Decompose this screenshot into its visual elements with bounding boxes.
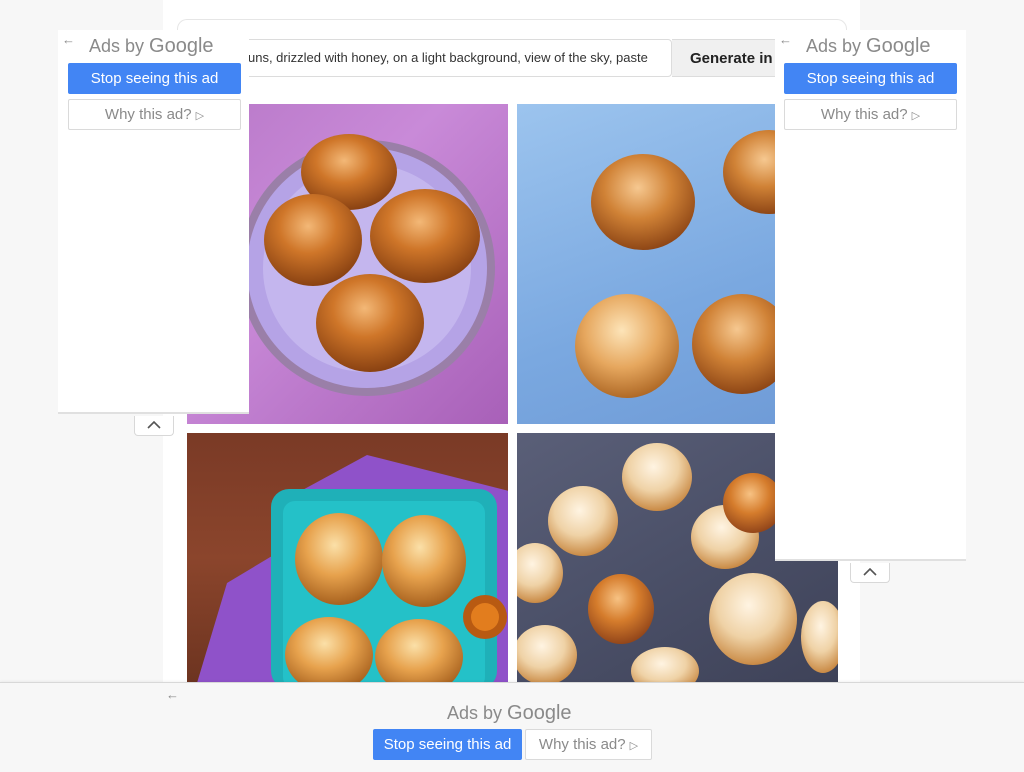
ads-by-google-label: Ads by Google xyxy=(89,35,214,58)
collapse-ad-left-button[interactable] xyxy=(134,416,174,436)
ads-by-text: Ads by xyxy=(447,703,503,723)
play-icon: ▷ xyxy=(195,110,205,122)
play-icon: ▷ xyxy=(911,110,921,122)
ad-panel-bottom: ← Ads by Google Stop seeing this ad Why … xyxy=(0,682,1024,772)
prompt-row: uns, drizzled with honey, on a light bac… xyxy=(237,39,847,77)
ads-by-text: Ads by xyxy=(806,36,862,56)
stop-seeing-ad-button[interactable]: Stop seeing this ad xyxy=(68,63,241,94)
chevron-up-icon xyxy=(147,420,161,429)
google-logo-text: Google xyxy=(507,702,572,724)
why-this-ad-button[interactable]: Why this ad? ▷ xyxy=(525,729,652,760)
stop-seeing-ad-button[interactable]: Stop seeing this ad xyxy=(784,63,957,94)
why-this-ad-label: Why this ad? xyxy=(820,106,908,123)
why-this-ad-label: Why this ad? xyxy=(104,106,192,123)
play-icon: ▷ xyxy=(629,740,639,752)
back-arrow-icon[interactable]: ← xyxy=(62,32,75,47)
google-logo-text: Google xyxy=(149,35,214,57)
why-this-ad-button[interactable]: Why this ad? ▷ xyxy=(784,99,957,130)
ads-by-text: Ads by xyxy=(89,36,145,56)
collapse-ad-right-button[interactable] xyxy=(850,563,890,583)
chevron-up-icon xyxy=(863,567,877,576)
stop-seeing-ad-button[interactable]: Stop seeing this ad xyxy=(373,729,522,760)
google-logo-text: Google xyxy=(866,35,931,57)
prompt-input[interactable]: uns, drizzled with honey, on a light bac… xyxy=(237,39,672,77)
ads-by-google-label: Ads by Google xyxy=(806,35,931,58)
back-arrow-icon[interactable]: ← xyxy=(166,687,179,702)
back-arrow-icon[interactable]: ← xyxy=(779,32,792,47)
ads-by-google-label: Ads by Google xyxy=(447,702,572,725)
why-this-ad-button[interactable]: Why this ad? ▷ xyxy=(68,99,241,130)
generated-image-3[interactable] xyxy=(187,433,508,683)
why-this-ad-label: Why this ad? xyxy=(538,736,626,753)
ad-panel-right: ← Ads by Google Stop seeing this ad Why … xyxy=(775,30,966,561)
ad-panel-left: ← Ads by Google Stop seeing this ad Why … xyxy=(58,30,249,414)
